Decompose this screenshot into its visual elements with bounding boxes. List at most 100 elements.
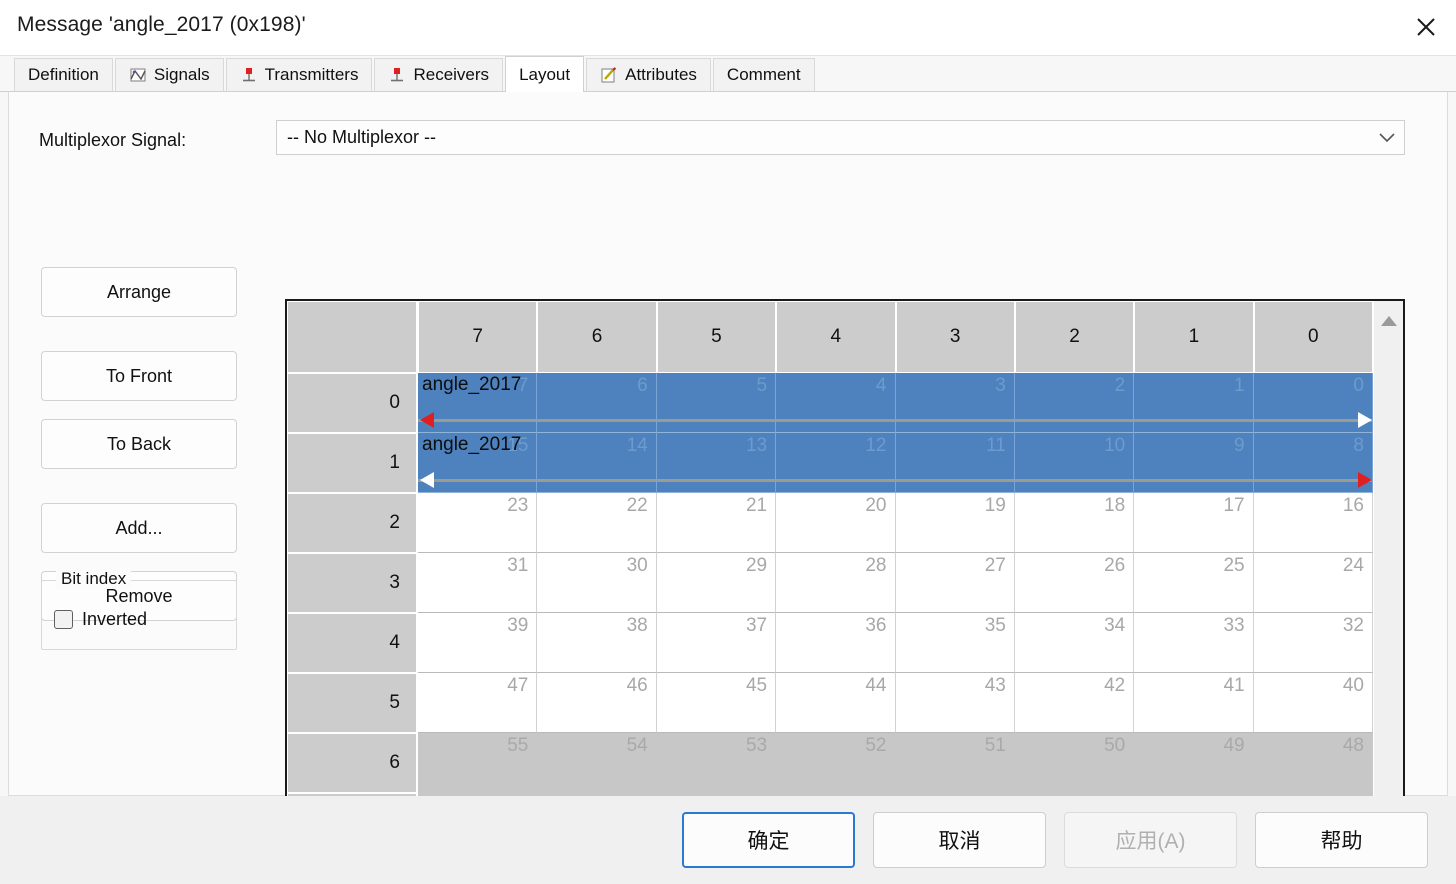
grid-bit-cell[interactable]: 25 (1134, 553, 1254, 613)
grid-bit-cell[interactable]: 13 (656, 433, 777, 493)
grid-bit-cell[interactable]: 54 (537, 733, 657, 793)
grid-bit-cell[interactable]: 8 (1253, 433, 1373, 493)
grid-bit-cell[interactable]: 45 (656, 673, 777, 733)
grid-bit-cell[interactable]: 29 (656, 553, 777, 613)
add-button[interactable]: Add... (41, 503, 237, 553)
grid-column-header[interactable]: 3 (895, 301, 1015, 373)
grid-row[interactable]: 3 31 30 29 28 27 26 25 24 (287, 553, 1373, 613)
grid-bit-cell[interactable]: 46 (537, 673, 657, 733)
grid-bit-cell[interactable]: 2 (1014, 373, 1135, 433)
grid-bit-cell[interactable]: 3 (895, 373, 1015, 433)
tab-definition[interactable]: Definition (14, 58, 113, 91)
grid-bit-cell[interactable]: 16 (1253, 493, 1373, 553)
grid-bit-cell[interactable]: 1 (1134, 373, 1254, 433)
tab-receivers[interactable]: Receivers (374, 58, 504, 91)
grid-bit-cell[interactable]: 9 (1134, 433, 1254, 493)
multiplexor-signal-select[interactable]: -- No Multiplexor -- (276, 120, 1405, 155)
tab-layout[interactable]: Layout (505, 56, 585, 92)
grid-bit-number: 31 (507, 555, 529, 576)
grid-bit-cell[interactable]: 18 (1014, 493, 1135, 553)
grid-bit-number: 54 (626, 735, 648, 756)
grid-bit-cell[interactable]: 14 (537, 433, 657, 493)
to-front-button[interactable]: To Front (41, 351, 237, 401)
grid-bit-cell[interactable]: 44 (776, 673, 896, 733)
grid-bit-cell[interactable]: 50 (1014, 733, 1135, 793)
grid-row[interactable]: 5 47 46 45 44 43 42 41 40 (287, 673, 1373, 733)
close-icon[interactable] (1396, 0, 1456, 54)
grid-bit-cell[interactable]: 31 (418, 553, 538, 613)
grid-bit-cell[interactable]: 7 angle_2017 (418, 373, 538, 433)
grid-bit-cell[interactable]: 48 (1253, 733, 1373, 793)
grid-bit-cell[interactable]: 37 (656, 613, 777, 673)
grid-row[interactable]: 0 7 angle_2017 6 5 4 3 2 1 0 (287, 373, 1373, 433)
grid-bit-cell[interactable]: 51 (895, 733, 1015, 793)
tab-signals[interactable]: Signals (114, 58, 224, 91)
grid-bit-cell[interactable]: 4 (776, 373, 896, 433)
grid-bit-cell[interactable]: 6 (537, 373, 657, 433)
grid-bit-cell[interactable]: 42 (1014, 673, 1135, 733)
grid-row[interactable]: 4 39 38 37 36 35 34 33 32 (287, 613, 1373, 673)
grid-bit-cell[interactable]: 15 angle_2017 (418, 433, 538, 493)
grid-row-header[interactable]: 4 (287, 613, 418, 673)
grid-bit-cell[interactable]: 43 (895, 673, 1015, 733)
grid-bit-cell[interactable]: 40 (1253, 673, 1373, 733)
grid-bit-cell[interactable]: 21 (656, 493, 777, 553)
help-button[interactable]: 帮助 (1255, 812, 1428, 868)
triangle-up-icon[interactable] (1376, 308, 1402, 334)
grid-bit-cell[interactable]: 39 (418, 613, 538, 673)
ok-button[interactable]: 确定 (682, 812, 855, 868)
grid-bit-cell[interactable]: 20 (776, 493, 896, 553)
grid-bit-cell[interactable]: 30 (537, 553, 657, 613)
grid-bit-cell[interactable]: 11 (895, 433, 1015, 493)
grid-row[interactable]: 2 23 22 21 20 19 18 17 16 (287, 493, 1373, 553)
arrange-button[interactable]: Arrange (41, 267, 237, 317)
grid-column-header[interactable]: 0 (1253, 301, 1373, 373)
grid-row-header[interactable]: 5 (287, 673, 418, 733)
grid-bit-cell[interactable]: 24 (1253, 553, 1373, 613)
grid-bit-cell[interactable]: 10 (1014, 433, 1135, 493)
grid-bit-cell[interactable]: 55 (418, 733, 538, 793)
grid-column-header[interactable]: 5 (656, 301, 777, 373)
grid-bit-cell[interactable]: 23 (418, 493, 538, 553)
grid-row-header[interactable]: 0 (287, 373, 418, 433)
grid-bit-cell[interactable]: 53 (656, 733, 777, 793)
inverted-checkbox[interactable]: Inverted (54, 609, 147, 630)
grid-bit-cell[interactable]: 34 (1014, 613, 1135, 673)
grid-bit-cell[interactable]: 0 (1253, 373, 1373, 433)
grid-bit-cell[interactable]: 49 (1134, 733, 1254, 793)
grid-vertical-scrollbar[interactable] (1373, 301, 1403, 850)
grid-column-header[interactable]: 1 (1134, 301, 1254, 373)
grid-bit-cell[interactable]: 33 (1134, 613, 1254, 673)
grid-row[interactable]: 6 55 54 53 52 51 50 49 48 (287, 733, 1373, 793)
grid-row-header[interactable]: 3 (287, 553, 418, 613)
grid-bit-cell[interactable]: 27 (895, 553, 1015, 613)
grid-bit-cell[interactable]: 47 (418, 673, 538, 733)
grid-bit-cell[interactable]: 26 (1014, 553, 1135, 613)
grid-row-header[interactable]: 1 (287, 433, 418, 493)
tab-attributes[interactable]: Attributes (586, 58, 711, 91)
tab-transmitters[interactable]: Transmitters (225, 58, 373, 91)
grid-bit-cell[interactable]: 36 (776, 613, 896, 673)
grid-bit-cell[interactable]: 17 (1134, 493, 1254, 553)
grid-column-header[interactable]: 7 (418, 301, 538, 373)
grid-bit-cell[interactable]: 32 (1253, 613, 1373, 673)
grid-bit-cell[interactable]: 19 (895, 493, 1015, 553)
cancel-button[interactable]: 取消 (873, 812, 1046, 868)
grid-row-header[interactable]: 2 (287, 493, 418, 553)
grid-bit-cell[interactable]: 22 (537, 493, 657, 553)
grid-bit-cell[interactable]: 52 (776, 733, 896, 793)
tab-comment[interactable]: Comment (712, 58, 815, 91)
grid-bit-cell[interactable]: 5 (656, 373, 777, 433)
grid-bit-cell[interactable]: 38 (537, 613, 657, 673)
grid-column-header[interactable]: 2 (1014, 301, 1135, 373)
to-back-button[interactable]: To Back (41, 419, 237, 469)
grid-column-header[interactable]: 4 (776, 301, 896, 373)
grid-row-header[interactable]: 6 (287, 733, 418, 793)
grid-bit-cell[interactable]: 35 (895, 613, 1015, 673)
signal-extent-bar (418, 419, 537, 422)
grid-bit-cell[interactable]: 12 (776, 433, 896, 493)
grid-row[interactable]: 1 15 angle_2017 14 13 12 11 10 9 8 (287, 433, 1373, 493)
grid-bit-cell[interactable]: 41 (1134, 673, 1254, 733)
grid-bit-cell[interactable]: 28 (776, 553, 896, 613)
grid-column-header[interactable]: 6 (537, 301, 657, 373)
